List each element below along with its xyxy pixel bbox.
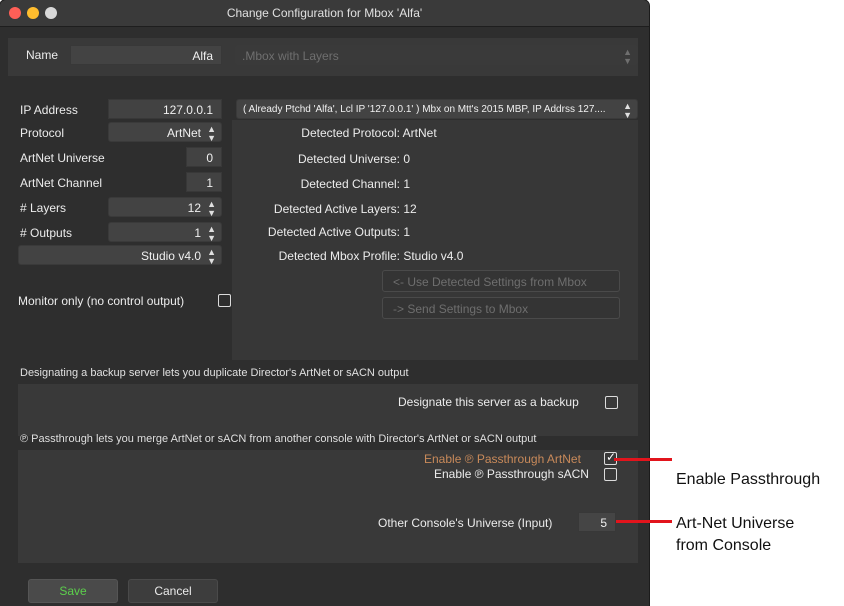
detected-outputs-value: 1 (403, 225, 411, 239)
detected-profile-key: Detected Mbox Profile: (278, 249, 400, 263)
detected-layers-key: Detected Active Layers: (273, 202, 400, 216)
cancel-button[interactable]: Cancel (128, 579, 218, 603)
select-arrows-icon: ▲ ▼ (623, 47, 632, 66)
select-arrows-icon: ▲ ▼ (620, 100, 632, 118)
detected-universe: Detected Universe: 0 (240, 152, 410, 166)
mbox-profile-value: Studio v4.0 (140, 249, 201, 263)
mbox-profile-select[interactable]: Studio v4.0 ▲ ▼ (18, 245, 222, 266)
outputs-label: # Outputs (20, 226, 73, 240)
passthrough-sacn-checkbox[interactable] (604, 468, 617, 481)
detected-profile: Detected Mbox Profile: Studio v4.0 (240, 249, 464, 263)
minimize-window-button[interactable] (27, 7, 39, 19)
backup-panel (18, 384, 638, 436)
passthrough-annotation: Enable Passthrough (676, 471, 821, 488)
artnet-universe-label: ArtNet Universe (20, 151, 105, 165)
detected-outputs-key: Detected Active Outputs: (267, 225, 400, 239)
server-select-value: ( Already Ptchd 'Alfa', Lcl IP '127.0.0.… (243, 104, 606, 115)
backup-checkbox[interactable] (605, 396, 618, 409)
title-bar: Change Configuration for Mbox 'Alfa' (0, 0, 649, 27)
send-settings-button[interactable]: -> Send Settings to Mbox (382, 297, 620, 319)
console-universe-field[interactable]: 5 (578, 512, 616, 532)
server-select[interactable]: ( Already Ptchd 'Alfa', Lcl IP '127.0.0.… (236, 99, 638, 119)
protocol-value: ArtNet (166, 126, 201, 140)
console-universe-label: Other Console's Universe (Input) (378, 516, 553, 530)
stepper-arrows-icon[interactable]: ▲ ▼ (207, 223, 216, 243)
detected-universe-value: 0 (403, 152, 411, 166)
artnet-channel-label: ArtNet Channel (20, 176, 103, 190)
close-window-button[interactable] (9, 7, 21, 19)
mbox-type-select[interactable]: .Mbox with Layers ▲ ▼ (235, 45, 638, 66)
select-arrows-icon: ▲ ▼ (207, 124, 216, 143)
artnet-universe-field[interactable]: 0 (186, 147, 222, 167)
stepper-arrows-icon[interactable]: ▲ ▼ (207, 198, 216, 218)
layers-label: # Layers (20, 201, 67, 215)
select-arrows-icon: ▲ ▼ (207, 247, 216, 266)
protocol-label: Protocol (20, 126, 65, 140)
backup-label: Designate this server as a backup (398, 395, 579, 409)
ip-address-label: IP Address (20, 103, 78, 117)
universe-annotation-line (616, 520, 672, 523)
config-window: Change Configuration for Mbox 'Alfa' Nam… (0, 0, 649, 606)
detected-channel: Detected Channel: 1 (240, 177, 410, 191)
passthrough-sacn-label: Enable ℗ Passthrough sACN (434, 467, 589, 481)
detected-protocol: Detected Protocol: ArtNet (240, 126, 437, 140)
detected-profile-value: Studio v4.0 (403, 249, 464, 263)
zoom-window-button[interactable] (45, 7, 57, 19)
use-detected-settings-button[interactable]: <- Use Detected Settings from Mbox (382, 270, 620, 292)
detected-universe-key: Detected Universe: (297, 152, 400, 166)
outputs-stepper[interactable]: 1 ▲ ▼ (108, 222, 222, 243)
detected-layers-value: 12 (403, 202, 417, 216)
detected-channel-value: 1 (403, 177, 411, 191)
ip-address-field[interactable]: 127.0.0.1 (108, 99, 222, 119)
window-title: Change Configuration for Mbox 'Alfa' (226, 6, 423, 20)
layers-value: 12 (187, 201, 201, 215)
detected-protocol-key: Detected Protocol: (301, 126, 400, 140)
monitor-only-label: Monitor only (no control output) (18, 294, 185, 308)
mbox-type-value: .Mbox with Layers (242, 49, 339, 63)
universe-annotation-line2: from Console (676, 537, 772, 554)
passthrough-annotation-line (614, 458, 672, 461)
detected-outputs: Detected Active Outputs: 1 (240, 225, 410, 239)
passthrough-artnet-label: Enable ℗ Passthrough ArtNet (424, 452, 581, 466)
protocol-select[interactable]: ArtNet ▲ ▼ (108, 122, 222, 143)
detected-protocol-value: ArtNet (402, 126, 437, 140)
name-field[interactable]: Alfa (70, 45, 222, 65)
layers-stepper[interactable]: 12 ▲ ▼ (108, 197, 222, 218)
universe-annotation-line1: Art-Net Universe (676, 515, 795, 532)
outputs-value: 1 (194, 226, 201, 240)
name-label: Name (26, 48, 59, 62)
save-button[interactable]: Save (28, 579, 118, 603)
passthrough-description: ℗ Passthrough lets you merge ArtNet or s… (20, 433, 537, 445)
monitor-only-checkbox[interactable] (218, 294, 231, 307)
detected-layers: Detected Active Layers: 12 (240, 202, 417, 216)
detected-channel-key: Detected Channel: (300, 177, 400, 191)
artnet-channel-field[interactable]: 1 (186, 172, 222, 192)
backup-description: Designating a backup server lets you dup… (20, 367, 409, 379)
